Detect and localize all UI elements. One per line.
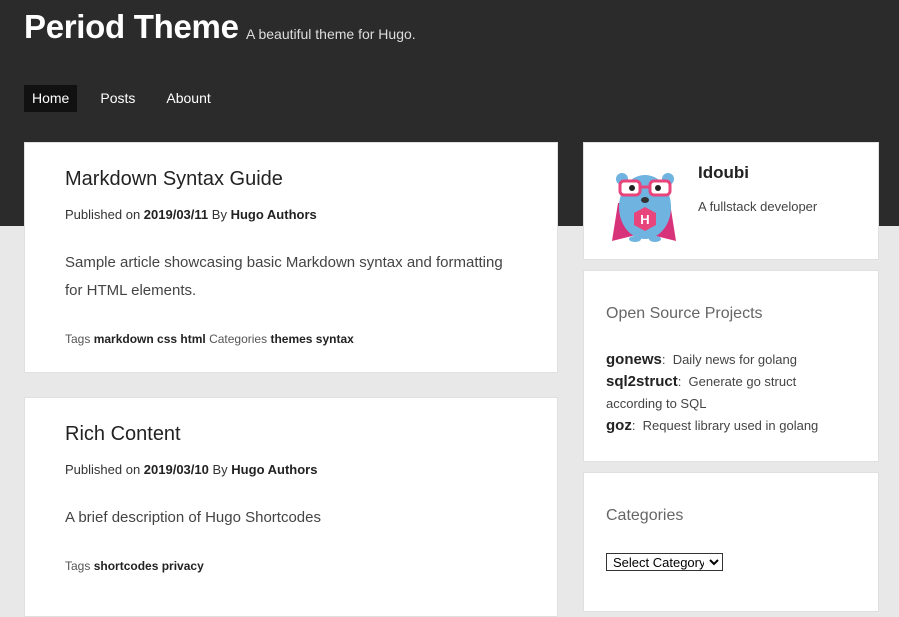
by-label: By: [212, 462, 228, 477]
profile-name: Idoubi: [698, 163, 749, 182]
project-link[interactable]: gonews: [606, 351, 662, 368]
project-desc: Daily news for golang: [672, 352, 797, 367]
project-link[interactable]: sql2struct: [606, 373, 678, 390]
tags-label: Tags: [65, 559, 91, 573]
profile-widget: H Idoubi A fullstack developer: [583, 142, 879, 260]
categories-widget: Categories Select Category: [583, 472, 879, 612]
widget-title: Categories: [606, 507, 684, 524]
post-author[interactable]: Hugo Authors: [231, 207, 317, 222]
hugo-gopher-avatar-icon: H: [612, 173, 676, 242]
avatar-letter: H: [640, 212, 649, 227]
site-description: A beautiful theme for Hugo.: [246, 26, 416, 42]
post-taxonomy: Tags shortcodes privacy: [65, 559, 204, 573]
post-tags[interactable]: markdown css html: [94, 332, 206, 346]
projects-widget: Open Source Projects gonews: Daily news …: [583, 270, 879, 462]
nav-item-home[interactable]: Home: [24, 85, 78, 112]
published-label: Published on: [65, 207, 141, 222]
list-item: goz: Request library used in golang: [606, 417, 819, 434]
site-title[interactable]: Period Theme: [24, 8, 239, 46]
project-link[interactable]: goz: [606, 417, 632, 434]
profile-bio: A fullstack developer: [698, 199, 818, 214]
post-date: 2019/03/11: [143, 207, 209, 222]
project-desc: Request library used in golang: [642, 418, 819, 433]
post-summary: Sample article showcasing basic Markdown…: [65, 254, 503, 299]
post-title[interactable]: Markdown Syntax Guide: [65, 168, 283, 191]
nav-item-about[interactable]: Abount: [158, 85, 218, 112]
published-label: Published on: [65, 462, 141, 477]
main-nav: Home Posts Abount: [24, 85, 234, 112]
widget-title: Open Source Projects: [606, 305, 763, 322]
post-card: Markdown Syntax Guide Published on 2019/…: [24, 142, 558, 373]
tags-label: Tags: [65, 332, 91, 346]
post-tags[interactable]: shortcodes privacy: [94, 559, 204, 573]
post-categories[interactable]: themes syntax: [270, 332, 353, 346]
by-label: By: [211, 207, 227, 222]
post-date: 2019/03/10: [143, 462, 209, 477]
list-item: gonews: Daily news for golang: [606, 351, 797, 368]
post-taxonomy: Tags markdown css html Categories themes…: [65, 332, 354, 346]
post-summary: A brief description of Hugo Shortcodes: [65, 509, 321, 526]
post-meta: Published on 2019/03/11 By Hugo Authors: [65, 207, 317, 222]
category-select[interactable]: Select Category: [606, 553, 723, 571]
project-list: gonews: Daily news for golang sql2struct…: [606, 349, 846, 437]
post-meta: Published on 2019/03/10 By Hugo Authors: [65, 462, 317, 477]
categories-label: Categories: [209, 332, 268, 346]
list-item: sql2struct: Generate go struct according…: [606, 373, 797, 411]
post-author[interactable]: Hugo Authors: [231, 462, 317, 477]
nav-item-posts[interactable]: Posts: [92, 85, 143, 112]
post-card: Rich Content Published on 2019/03/10 By …: [24, 397, 558, 617]
post-title[interactable]: Rich Content: [65, 423, 181, 446]
